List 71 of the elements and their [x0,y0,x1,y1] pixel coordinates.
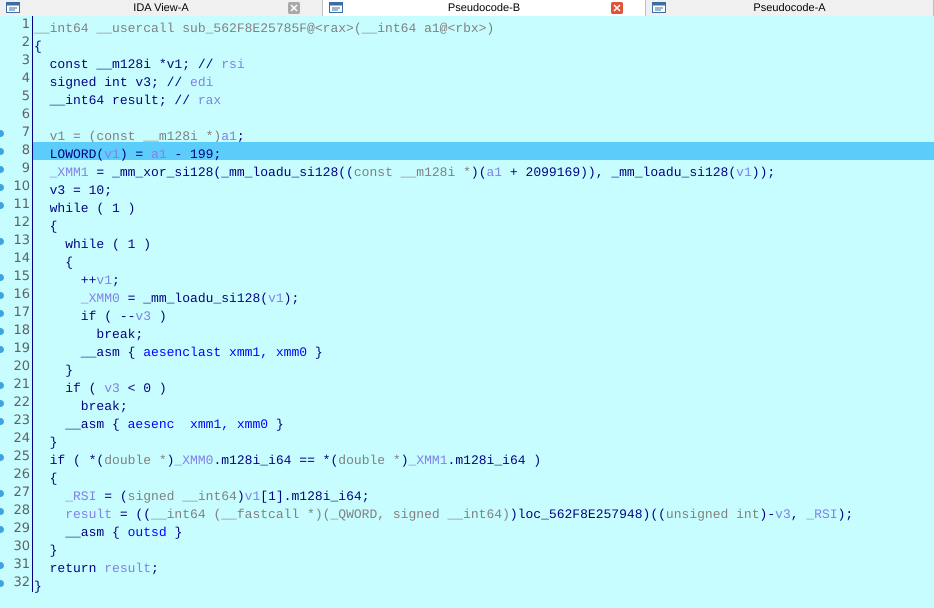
code-line: while ( 1 ) [64,237,152,252]
line-number: 8 [22,142,30,160]
line-number: 11 [13,196,30,214]
line-number: 28 [13,502,30,520]
code-line: return result; [48,561,159,576]
code-line: while ( 1 ) [48,201,136,216]
code-line: } [34,579,42,594]
close-icon[interactable] [611,2,623,14]
code-line: __int64 __usercall sub_562F8E25785F@<rax>(__int64 a1@<rbx>) [34,21,494,36]
close-icon[interactable] [288,2,300,14]
line-number: 26 [13,466,30,484]
code-line: { [64,255,74,270]
tab[interactable]: Pseudocode-B [323,0,646,16]
line-number: 21 [13,376,30,394]
code-line: LOWORD(v1) = a1 - 199; [48,147,222,162]
line-number: 24 [13,430,30,448]
code-line: { [34,39,42,54]
tab[interactable]: IDA View-A [0,0,323,16]
code-line: if ( --v3 ) [80,309,167,324]
line-number: 7 [22,124,30,142]
line-number: 5 [22,88,30,106]
line-number: 32 [13,574,30,592]
code-line: if ( *(double *)_XMM0.m128i_i64 == *(double *)_XMM1.m128i_i64 ) [48,453,542,468]
line-number: 27 [13,484,30,502]
line-number: 9 [22,160,30,178]
code-line: const __m128i *v1; // rsi [48,57,245,72]
code-line: _XMM0 = _mm_loadu_si128(v1); [80,291,300,306]
code-line: { [48,219,58,234]
code-line: ++v1; [80,273,120,288]
code-line: result = ((__int64 (__fastcall *)(_QWORD, signed __int64))loc_562F8E257948)((unsigned int)-v3, _RSI); [64,507,854,522]
code-line: v3 = 10; [48,183,112,198]
code-line: { [48,471,58,486]
code-line: break; [95,327,144,342]
window-icon [6,2,20,13]
code-line: } [48,435,58,450]
line-number: 14 [13,250,30,268]
window-icon [652,2,666,13]
line-number: 12 [13,214,30,232]
line-number: 22 [13,394,30,412]
line-number: 18 [13,322,30,340]
code-line: __asm { aesenclast xmm1, xmm0 } [80,345,323,360]
line-number: 30 [13,538,30,556]
code-line: __asm { aesenc xmm1, xmm0 } [64,417,284,432]
line-number: 31 [13,556,30,574]
line-number: 10 [13,178,30,196]
line-number: 6 [22,106,30,124]
line-number: 25 [13,448,30,466]
line-number: 1 [22,16,30,34]
line-number: 4 [22,70,30,88]
code-line: __int64 result; // rax [48,93,222,108]
code-line: signed int v3; // edi [48,75,214,90]
line-number: 13 [13,232,30,250]
code-line: _XMM1 = _mm_xor_si128(_mm_loadu_si128((const __m128i *)(a1 + 2099169)), _mm_loadu_si128(v1)); [48,165,776,180]
line-number: 16 [13,286,30,304]
code-line: if ( v3 < 0 ) [64,381,167,396]
code-line: __asm { outsd } [64,525,182,540]
tab[interactable]: Pseudocode-A [646,0,934,16]
code-line: break; [80,399,128,414]
line-number: 19 [13,340,30,358]
line-number: 23 [13,412,30,430]
code-line: _RSI = (signed __int64)v1[1].m128i_i64; [64,489,370,504]
line-number: 20 [13,358,30,376]
code-line: v1 = (const __m128i *)a1; [48,129,245,144]
line-number: 2 [22,34,30,52]
code-line: } [64,363,74,378]
code-line: } [48,543,58,558]
line-number: 3 [22,52,30,70]
line-number: 29 [13,520,30,538]
window-icon [329,2,343,13]
line-number: 15 [13,268,30,286]
line-number: 17 [13,304,30,322]
